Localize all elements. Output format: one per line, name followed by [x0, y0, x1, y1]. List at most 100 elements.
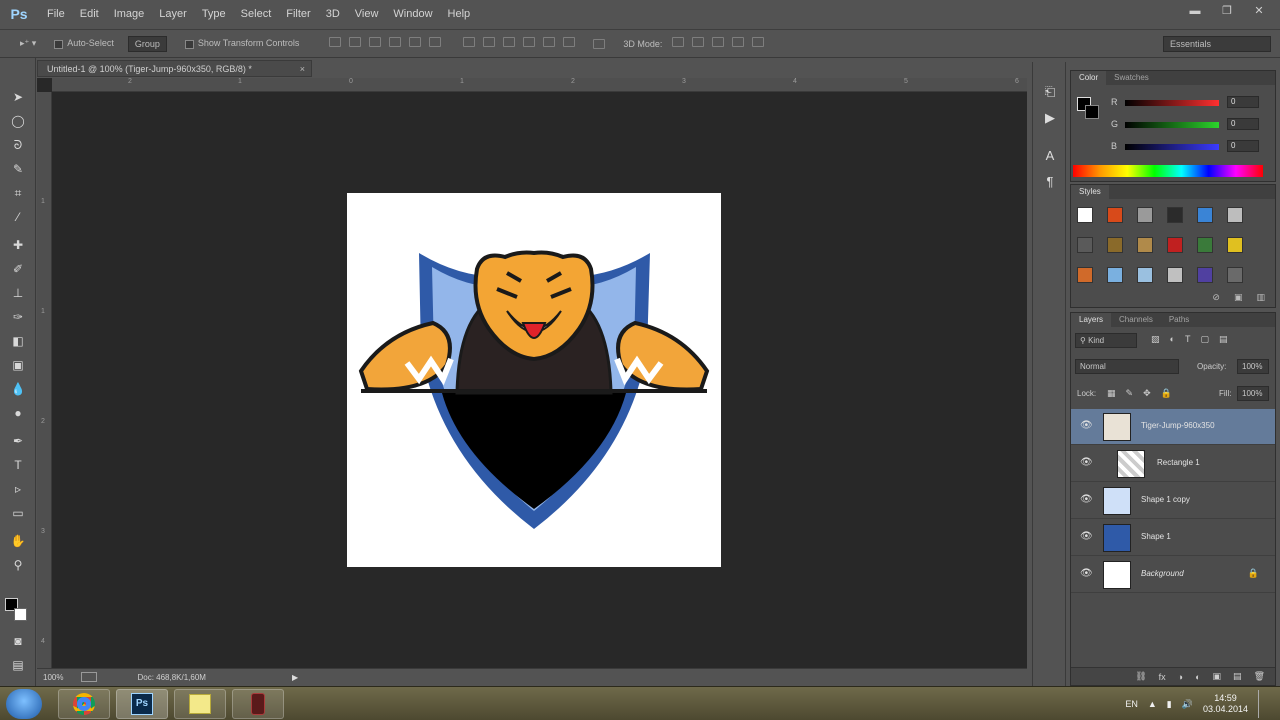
style-swatch[interactable]	[1227, 207, 1243, 223]
style-swatch[interactable]	[1227, 267, 1243, 283]
distribute-bottom-icon[interactable]	[503, 37, 516, 47]
style-swatch[interactable]	[1137, 237, 1153, 253]
workspace-dropdown[interactable]: Essentials	[1163, 35, 1271, 52]
layer-filter-dropdown[interactable]: ⚲ Kind	[1075, 333, 1137, 348]
layer-name[interactable]: Shape 1	[1141, 532, 1171, 541]
layer-row-background[interactable]: 👁 Background 🔒	[1071, 557, 1275, 593]
crop-tool-icon[interactable]: ⌗	[8, 184, 28, 202]
style-swatch[interactable]	[1077, 267, 1093, 283]
menu-view[interactable]: View	[355, 8, 379, 20]
layer-mask-icon[interactable]: ◑	[1178, 672, 1183, 682]
blue-slider-track[interactable]	[1125, 144, 1219, 150]
lasso-tool-icon[interactable]: ᘐ	[8, 136, 28, 154]
quick-select-tool-icon[interactable]: ✎	[8, 160, 28, 178]
red-slider[interactable]: R 0	[1111, 96, 1271, 109]
rectangle-tool-icon[interactable]: ▭	[8, 504, 28, 522]
red-value-field[interactable]: 0	[1227, 96, 1259, 108]
layer-row-shape[interactable]: 👁 Shape 1	[1071, 520, 1275, 556]
adjustment-layer-icon[interactable]: ◐	[1195, 672, 1200, 682]
style-swatch[interactable]	[1197, 267, 1213, 283]
actions-panel-icon[interactable]: ▶	[1042, 110, 1058, 126]
visibility-eye-icon[interactable]: 👁	[1080, 568, 1093, 579]
style-swatch[interactable]	[1197, 237, 1213, 253]
eyedropper-tool-icon[interactable]: ⁄	[8, 208, 28, 226]
menu-window[interactable]: Window	[393, 8, 432, 20]
align-hcenter-icon[interactable]	[409, 37, 422, 47]
filter-smart-icon[interactable]: ▤	[1219, 334, 1228, 345]
status-menu-arrow-icon[interactable]: ▶	[292, 673, 298, 682]
tray-expand-icon[interactable]: ▲	[1148, 699, 1157, 709]
visibility-eye-icon[interactable]: 👁	[1080, 531, 1093, 542]
character-panel-icon[interactable]: A	[1042, 148, 1058, 164]
green-slider-track[interactable]	[1125, 122, 1219, 128]
brush-tool-icon[interactable]: ✐	[8, 260, 28, 278]
quick-mask-icon[interactable]: ◙	[8, 632, 28, 650]
style-swatch[interactable]	[1197, 207, 1213, 223]
new-layer-icon[interactable]: ▤	[1233, 671, 1242, 682]
tray-network-icon[interactable]: ▮	[1167, 699, 1172, 710]
layer-row-rectangle[interactable]: 👁 Rectangle 1	[1071, 446, 1275, 482]
style-swatch[interactable]	[1107, 267, 1123, 283]
language-indicator[interactable]: EN	[1125, 699, 1138, 709]
layer-name[interactable]: Background	[1141, 569, 1184, 578]
lock-all-icon[interactable]: 🔒	[1161, 388, 1172, 399]
close-button[interactable]: ✕	[1250, 4, 1268, 18]
filter-pixel-icon[interactable]: ▨	[1151, 334, 1160, 345]
red-slider-track[interactable]	[1125, 100, 1219, 106]
align-vcenter-icon[interactable]	[349, 37, 362, 47]
show-desktop-button[interactable]	[1258, 690, 1268, 718]
restore-button[interactable]: ❐	[1218, 4, 1236, 18]
distribute-hcenter-icon[interactable]	[543, 37, 556, 47]
style-swatch[interactable]	[1107, 207, 1123, 223]
path-select-tool-icon[interactable]: ▹	[8, 480, 28, 498]
style-swatch[interactable]	[1137, 267, 1153, 283]
document-tab[interactable]: Untitled-1 @ 100% (Tiger-Jump-960x350, R…	[37, 60, 312, 77]
menu-layer[interactable]: Layer	[159, 8, 187, 20]
clock[interactable]: 14:59 03.04.2014	[1203, 693, 1248, 715]
menu-3d[interactable]: 3D	[326, 8, 340, 20]
tab-styles[interactable]: Styles	[1071, 185, 1109, 199]
style-swatch[interactable]	[1227, 237, 1243, 253]
blur-tool-icon[interactable]: 💧	[8, 380, 28, 398]
style-swatch[interactable]	[1077, 207, 1093, 223]
delete-layer-icon[interactable]: 🗑	[1254, 671, 1265, 682]
lock-position-icon[interactable]: ✥	[1143, 388, 1151, 399]
marquee-tool-icon[interactable]: ◯	[8, 112, 28, 130]
blend-mode-dropdown[interactable]: Normal	[1075, 359, 1179, 374]
tab-layers[interactable]: Layers	[1071, 313, 1112, 327]
tab-swatches[interactable]: Swatches	[1106, 71, 1157, 85]
delete-style-icon[interactable]: ▥	[1256, 292, 1265, 303]
new-group-icon[interactable]: ▣	[1213, 671, 1222, 682]
visibility-eye-icon[interactable]: 👁	[1080, 494, 1093, 505]
hand-tool-icon[interactable]: ✋	[8, 532, 28, 550]
layer-row-tiger[interactable]: 👁 Tiger-Jump-960x350	[1071, 409, 1275, 445]
zoom-tool-icon[interactable]: ⚲	[8, 556, 28, 574]
clear-style-icon[interactable]: ⊘	[1212, 292, 1220, 303]
background-color-swatch[interactable]	[14, 608, 27, 621]
tab-channels[interactable]: Channels	[1111, 313, 1161, 327]
filter-shape-icon[interactable]: ▢	[1200, 334, 1209, 345]
style-swatch[interactable]	[1167, 267, 1183, 283]
new-style-icon[interactable]: ▣	[1234, 292, 1243, 303]
opacity-field[interactable]: 100%	[1237, 359, 1269, 374]
layer-style-icon[interactable]: fx	[1159, 672, 1166, 682]
auto-select-dropdown[interactable]: Group	[127, 35, 167, 52]
tab-paths[interactable]: Paths	[1161, 313, 1197, 327]
menu-type[interactable]: Type	[202, 8, 226, 20]
3d-pan-icon[interactable]	[712, 37, 725, 47]
gradient-tool-icon[interactable]: ▣	[8, 356, 28, 374]
history-brush-tool-icon[interactable]: ✑	[8, 308, 28, 326]
style-swatch[interactable]	[1167, 237, 1183, 253]
menu-help[interactable]: Help	[448, 8, 471, 20]
style-swatch[interactable]	[1167, 207, 1183, 223]
layer-name[interactable]: Shape 1 copy	[1141, 495, 1190, 504]
3d-scale-icon[interactable]	[752, 37, 765, 47]
healing-brush-tool-icon[interactable]: ✚	[8, 236, 28, 254]
filter-type-icon[interactable]: T	[1185, 334, 1191, 345]
blue-value-field[interactable]: 0	[1227, 140, 1259, 152]
start-button[interactable]	[6, 689, 42, 719]
visibility-eye-icon[interactable]: 👁	[1080, 457, 1093, 468]
status-icon[interactable]	[81, 672, 98, 682]
layer-name[interactable]: Tiger-Jump-960x350	[1141, 421, 1215, 430]
paragraph-panel-icon[interactable]: ¶	[1042, 174, 1058, 190]
